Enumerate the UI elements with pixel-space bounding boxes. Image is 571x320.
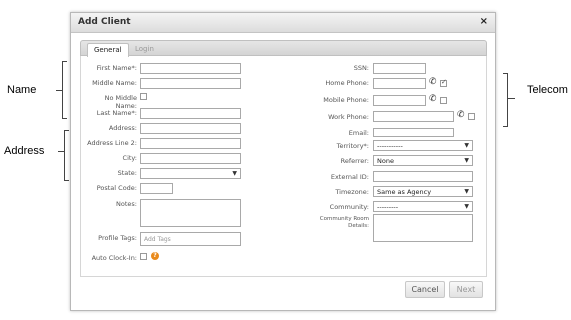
timezone-value: Same as Agency bbox=[377, 188, 432, 196]
city-label: City: bbox=[122, 154, 137, 162]
profile-tags-label: Profile Tags: bbox=[98, 234, 137, 242]
auto-clock-in-label: Auto Clock-In: bbox=[91, 254, 137, 262]
chevron-down-icon: ▼ bbox=[464, 142, 469, 149]
timezone-select[interactable]: Same as Agency ▼ bbox=[373, 186, 473, 197]
chevron-down-icon: ▼ bbox=[464, 203, 469, 210]
external-id-label: External ID: bbox=[330, 173, 369, 181]
last-name-field[interactable] bbox=[140, 108, 241, 119]
referrer-select[interactable]: None ▼ bbox=[373, 155, 473, 166]
external-id-field[interactable] bbox=[373, 171, 473, 182]
mobile-phone-field[interactable] bbox=[373, 95, 426, 106]
phone-icon[interactable]: ✆ bbox=[429, 78, 437, 87]
ssn-label: SSN: bbox=[353, 64, 369, 72]
home-phone-label: Home Phone: bbox=[325, 79, 369, 87]
notes-textarea[interactable] bbox=[140, 199, 241, 227]
help-icon[interactable]: ? bbox=[151, 252, 159, 260]
chevron-down-icon: ▼ bbox=[464, 157, 469, 164]
ssn-field[interactable] bbox=[373, 63, 426, 74]
notes-label: Notes: bbox=[116, 200, 137, 208]
referrer-label: Referrer: bbox=[340, 157, 369, 165]
tab-login[interactable]: Login bbox=[129, 43, 160, 57]
community-select[interactable]: --------- ▼ bbox=[373, 201, 473, 212]
address-field[interactable] bbox=[140, 123, 241, 134]
middle-name-label: Middle Name: bbox=[92, 79, 137, 87]
bracket-name-tick bbox=[56, 90, 62, 91]
address-label: Address: bbox=[108, 124, 137, 132]
general-panel: First Name*: Middle Name: No Middle Name… bbox=[80, 56, 487, 277]
auto-clock-in-checkbox[interactable] bbox=[140, 253, 147, 260]
address-line-2-field[interactable] bbox=[140, 138, 241, 149]
chevron-down-icon: ▼ bbox=[464, 188, 469, 195]
home-phone-field[interactable] bbox=[373, 78, 426, 89]
first-name-field[interactable] bbox=[140, 63, 241, 74]
cancel-button[interactable]: Cancel bbox=[405, 281, 445, 298]
postal-code-label: Postal Code: bbox=[96, 184, 137, 192]
bracket-telecom-tick bbox=[508, 98, 515, 99]
annotation-name: Name bbox=[7, 84, 37, 96]
phone-icon[interactable]: ✆ bbox=[429, 95, 437, 104]
address-line-2-label: Address Line 2: bbox=[87, 139, 137, 147]
territory-select[interactable]: ----------- ▼ bbox=[373, 140, 473, 151]
tab-general[interactable]: General bbox=[87, 43, 129, 57]
mobile-phone-checkbox[interactable] bbox=[440, 97, 447, 104]
bracket-address-tick bbox=[58, 151, 64, 152]
last-name-label: Last Name*: bbox=[96, 109, 137, 117]
tab-bar: General Login bbox=[80, 40, 487, 57]
community-label: Community: bbox=[329, 203, 369, 211]
state-select[interactable]: ▼ bbox=[140, 168, 241, 179]
city-field[interactable] bbox=[140, 153, 241, 164]
no-middle-name-checkbox[interactable] bbox=[140, 93, 147, 100]
dialog-title: Add Client bbox=[78, 17, 131, 27]
no-middle-name-label: No Middle Name: bbox=[104, 94, 137, 110]
close-icon[interactable]: × bbox=[480, 16, 488, 27]
mobile-phone-label: Mobile Phone: bbox=[323, 96, 369, 104]
home-phone-checkbox[interactable] bbox=[440, 78, 447, 87]
bracket-telecom bbox=[503, 73, 508, 127]
email-field[interactable] bbox=[373, 128, 454, 137]
profile-tags-input[interactable]: Add Tags bbox=[140, 232, 241, 246]
community-room-details-textarea[interactable] bbox=[373, 214, 473, 242]
timezone-label: Timezone: bbox=[335, 188, 369, 196]
postal-code-field[interactable] bbox=[140, 183, 173, 194]
work-phone-checkbox[interactable] bbox=[468, 113, 475, 120]
dialog-titlebar: Add Client × bbox=[71, 13, 495, 33]
territory-label: Territory*: bbox=[336, 142, 369, 150]
email-label: Email: bbox=[348, 129, 369, 137]
community-value: --------- bbox=[377, 203, 399, 211]
annotation-telecom: Telecom bbox=[527, 84, 568, 96]
chevron-down-icon: ▼ bbox=[232, 170, 237, 177]
work-phone-field[interactable] bbox=[373, 111, 454, 122]
first-name-label: First Name*: bbox=[96, 64, 137, 72]
next-button[interactable]: Next bbox=[449, 281, 483, 298]
work-phone-label: Work Phone: bbox=[328, 113, 369, 121]
bracket-address bbox=[64, 130, 69, 181]
state-label: State: bbox=[117, 169, 137, 177]
territory-value: ----------- bbox=[377, 142, 403, 150]
bracket-name bbox=[62, 61, 67, 119]
referrer-value: None bbox=[377, 157, 394, 165]
annotation-address: Address bbox=[4, 145, 45, 157]
add-client-dialog: Add Client × General Login First Name*: … bbox=[70, 12, 496, 311]
middle-name-field[interactable] bbox=[140, 78, 241, 89]
screen: Name Address Telecom Add Client × Genera… bbox=[0, 0, 571, 320]
community-room-details-label: Community Room Details: bbox=[319, 216, 369, 229]
phone-icon[interactable]: ✆ bbox=[457, 111, 465, 120]
